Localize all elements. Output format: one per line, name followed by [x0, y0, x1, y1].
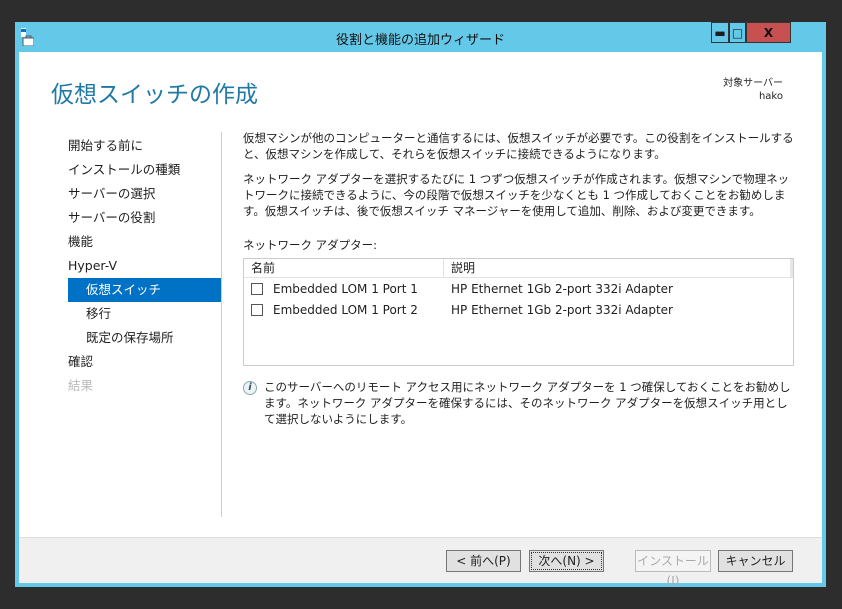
target-server-label: 対象サーバー — [723, 78, 783, 89]
step-results: 結果 — [68, 378, 94, 393]
step-migration[interactable]: 移行 — [68, 302, 221, 326]
adapter-name: Embedded LOM 1 Port 2 — [273, 302, 418, 317]
step-virtual-switches[interactable]: 仮想スイッチ — [68, 278, 221, 302]
info-text: このサーバーへのリモート アクセス用にネットワーク アダプターを 1 つ確保して… — [264, 380, 791, 426]
step-confirmation[interactable]: 確認 — [68, 350, 221, 374]
divider — [221, 132, 222, 517]
target-server-value: hako — [758, 91, 783, 102]
next-button[interactable]: 次へ(N) > — [529, 550, 604, 572]
info-icon: i — [243, 381, 257, 395]
adapter-checkbox[interactable] — [251, 303, 263, 316]
adapter-name: Embedded LOM 1 Port 1 — [273, 281, 418, 296]
step-hyper-v[interactable]: Hyper-V — [68, 254, 221, 278]
minimize-button[interactable]: ▬ — [711, 22, 729, 43]
page-title: 仮想スイッチの作成 — [51, 82, 258, 108]
step-server-selection[interactable]: サーバーの選択 — [68, 182, 221, 206]
adapters-list[interactable]: 名前 説明 Embedded LOM 1 Port 1 HP Ethernet … — [243, 258, 794, 366]
target-server: 対象サーバー hako — [723, 77, 783, 103]
wizard-window: 役割と機能の追加ウィザード ▬ □ X 仮想スイッチの作成 対象サーバー hak… — [15, 22, 826, 588]
info-note: i このサーバーへのリモート アクセス用にネットワーク アダプターを 1 つ確保… — [243, 379, 798, 427]
title-bar[interactable]: 役割と機能の追加ウィザード ▬ □ X — [15, 22, 826, 52]
adapter-checkbox[interactable] — [251, 282, 263, 295]
adapter-description: HP Ethernet 1Gb 2-port 332i Adapter — [451, 281, 673, 296]
wizard-steps: 開始する前に インストールの種類 サーバーの選択 サーバーの役割 機能 Hype… — [68, 134, 221, 398]
adapters-label: ネットワーク アダプター: — [243, 238, 378, 252]
previous-button[interactable]: < 前へ(P) — [446, 550, 521, 572]
window-title: 役割と機能の追加ウィザード — [335, 33, 505, 48]
step-default-stores[interactable]: 既定の保存場所 — [68, 326, 221, 350]
step-features[interactable]: 機能 — [68, 230, 221, 254]
description-1: 仮想マシンが他のコンピューターと通信するには、仮想スイッチが必要です。この役割を… — [243, 131, 794, 161]
maximize-button[interactable]: □ — [729, 22, 746, 43]
cancel-button[interactable]: キャンセル — [718, 550, 793, 572]
adapter-description: HP Ethernet 1Gb 2-port 332i Adapter — [451, 302, 673, 317]
description-2: ネットワーク アダプターを選択するたびに 1 つずつ仮想スイッチが作成されます。… — [243, 172, 790, 218]
column-description[interactable]: 説明 — [444, 259, 793, 277]
list-header: 名前 説明 — [244, 259, 793, 278]
list-item[interactable]: Embedded LOM 1 Port 1 HP Ethernet 1Gb 2-… — [244, 278, 793, 299]
step-server-roles[interactable]: サーバーの役割 — [68, 206, 221, 230]
step-before-you-begin[interactable]: 開始する前に — [68, 134, 221, 158]
column-name[interactable]: 名前 — [244, 259, 444, 277]
list-item[interactable]: Embedded LOM 1 Port 2 HP Ethernet 1Gb 2-… — [244, 299, 793, 320]
step-installation-type[interactable]: インストールの種類 — [68, 158, 221, 182]
install-button: インストール(I) — [635, 550, 711, 588]
main-panel: 仮想マシンが他のコンピューターと通信するには、仮想スイッチが必要です。この役割を… — [243, 130, 798, 427]
close-button[interactable]: X — [746, 22, 791, 43]
wizard-footer: < 前へ(P) 次へ(N) > インストール(I) キャンセル — [19, 537, 822, 588]
wizard-content: 仮想スイッチの作成 対象サーバー hako 開始する前に インストールの種類 サ… — [19, 52, 822, 588]
